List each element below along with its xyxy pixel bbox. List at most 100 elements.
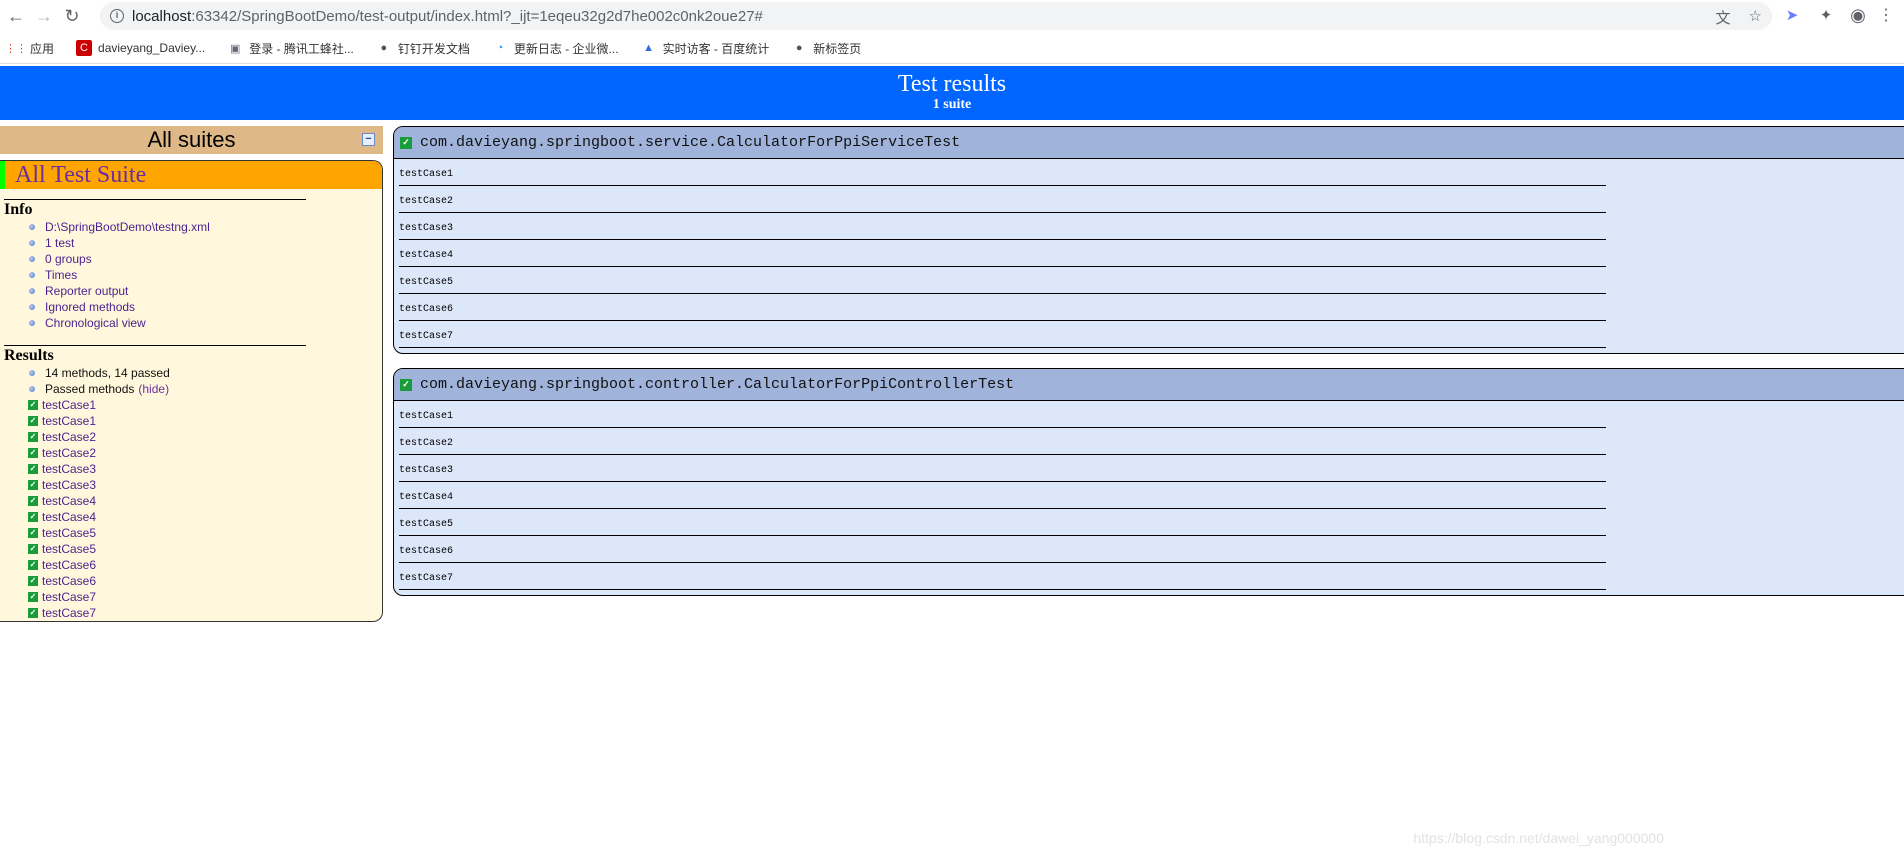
info-link[interactable]: Times xyxy=(29,267,306,283)
bookmark-item[interactable]: ⋮⋮ 应用 xyxy=(5,40,55,57)
all-suites-label: All suites xyxy=(147,127,236,152)
check-icon: ✓ xyxy=(28,496,38,506)
bullet-icon xyxy=(29,224,35,230)
bullet-icon xyxy=(29,256,35,262)
forward-icon[interactable]: → xyxy=(32,4,56,28)
bookmark-label: 钉钉开发文档 xyxy=(397,41,470,56)
watermark: https://blog.csdn.net/dawei_yang000000 xyxy=(1413,830,1664,846)
info-link[interactable]: D:\SpringBootDemo\testng.xml xyxy=(29,219,306,235)
check-icon: ✓ xyxy=(28,512,38,522)
bookmark-item[interactable]: ● 新标签页 xyxy=(791,40,861,57)
robot-icon: ▣ xyxy=(230,42,241,55)
check-icon: ✓ xyxy=(28,480,38,490)
method-row[interactable]: testCase4 xyxy=(399,240,1606,267)
bookmark-item[interactable]: ● 钉钉开发文档 xyxy=(376,40,470,57)
method-row[interactable]: testCase3 xyxy=(399,455,1606,482)
class-name: com.davieyang.springboot.service.Calcula… xyxy=(420,134,961,151)
info-icon[interactable]: i xyxy=(110,9,124,23)
csdn-icon: C xyxy=(76,40,93,56)
collapse-icon[interactable]: − xyxy=(362,133,375,146)
header-banner: Test results 1 suite xyxy=(0,66,1904,120)
method-row[interactable]: testCase1 xyxy=(399,159,1606,186)
url-text[interactable]: localhost:63342/SpringBootDemo/test-outp… xyxy=(132,8,763,25)
method-row[interactable]: testCase5 xyxy=(399,509,1606,536)
method-row[interactable]: testCase6 xyxy=(399,536,1606,563)
check-icon: ✓ xyxy=(28,448,38,458)
check-icon: ✓ xyxy=(28,544,38,554)
suite-box: All Test Suite Info D:\SpringBootDemo\te… xyxy=(0,160,383,622)
globe-icon: ● xyxy=(795,42,803,54)
passed-method-link[interactable]: ✓ testCase1 xyxy=(28,413,306,429)
passed-method-link[interactable]: ✓ testCase6 xyxy=(28,557,306,573)
extension-bird-icon[interactable]: ➤ xyxy=(1782,5,1802,25)
translate-icon[interactable]: 文 xyxy=(1716,7,1731,28)
passed-method-link[interactable]: ✓ testCase3 xyxy=(28,461,306,477)
passed-method-link[interactable]: ✓ testCase4 xyxy=(28,493,306,509)
passed-method-link[interactable]: ✓ testCase4 xyxy=(28,509,306,525)
method-row[interactable]: testCase6 xyxy=(399,294,1606,321)
info-link[interactable]: Reporter output xyxy=(29,283,306,299)
passed-methods: Passed methods (hide) xyxy=(29,381,306,397)
bookmark-item[interactable]: ▣ 登录 - 腾讯工蜂社... xyxy=(227,40,354,57)
method-row[interactable]: testCase7 xyxy=(399,321,1606,348)
method-row[interactable]: testCase5 xyxy=(399,267,1606,294)
passed-method-link[interactable]: ✓ testCase5 xyxy=(28,525,306,541)
check-icon: ✓ xyxy=(28,416,38,426)
passed-method-link[interactable]: ✓ testCase1 xyxy=(28,397,306,413)
info-link-label: Reporter output xyxy=(45,284,129,298)
passed-method-link[interactable]: ✓ testCase2 xyxy=(28,445,306,461)
method-row[interactable]: testCase2 xyxy=(399,428,1606,455)
method-row[interactable]: testCase2 xyxy=(399,186,1606,213)
reload-icon[interactable]: ↻ xyxy=(60,4,84,28)
summary-text: 14 methods, 14 passed xyxy=(45,366,170,380)
suite-name[interactable]: All Test Suite xyxy=(0,161,382,189)
menu-icon[interactable]: ⋮ xyxy=(1876,5,1896,25)
method-name: testCase1 xyxy=(42,398,97,412)
star-icon[interactable]: ☆ xyxy=(1749,7,1762,28)
passed-method-link[interactable]: ✓ testCase2 xyxy=(28,429,306,445)
extensions-puzzle-icon[interactable]: ✦ xyxy=(1816,5,1836,25)
info-link[interactable]: Chronological view xyxy=(29,315,306,331)
bookmark-item[interactable]: Cdavieyang_Daviey... xyxy=(76,40,205,56)
qq-icon: ◔ xyxy=(496,42,504,54)
method-row[interactable]: testCase3 xyxy=(399,213,1606,240)
bookmark-item[interactable]: ◔ 更新日志 - 企业微... xyxy=(492,40,619,57)
passed-method-link[interactable]: ✓ testCase6 xyxy=(28,573,306,589)
method-row[interactable]: testCase4 xyxy=(399,482,1606,509)
passed-method-link[interactable]: ✓ testCase3 xyxy=(28,477,306,493)
bookmark-label: 实时访客 - 百度统计 xyxy=(662,41,770,56)
results-summary: 14 methods, 14 passed xyxy=(29,365,306,381)
back-icon[interactable]: ← xyxy=(4,4,28,28)
method-name: testCase5 xyxy=(42,542,97,556)
profile-icon[interactable]: ◉ xyxy=(1848,5,1868,25)
info-link-label: 1 test xyxy=(45,236,75,250)
method-name: testCase7 xyxy=(42,606,97,620)
method-row[interactable]: testCase7 xyxy=(399,563,1606,590)
info-link[interactable]: 1 test xyxy=(29,235,306,251)
method-name: testCase6 xyxy=(42,574,97,588)
info-link[interactable]: 0 groups xyxy=(29,251,306,267)
passed-method-link[interactable]: ✓ testCase7 xyxy=(28,605,306,621)
bookmark-item[interactable]: ▲ 实时访客 - 百度统计 xyxy=(641,40,770,57)
info-link-label: 0 groups xyxy=(45,252,92,266)
method-row[interactable]: testCase1 xyxy=(399,401,1606,428)
method-name: testCase5 xyxy=(42,526,97,540)
bookmark-label: 应用 xyxy=(30,41,55,56)
panel-header[interactable]: ✓ com.davieyang.springboot.controller.Cal… xyxy=(394,369,1904,401)
check-icon: ✓ xyxy=(28,576,38,586)
bullet-icon xyxy=(29,386,35,392)
test-class-panel-service: ✓ com.davieyang.springboot.service.Calcul… xyxy=(393,126,1904,354)
method-name: testCase3 xyxy=(42,462,97,476)
info-link[interactable]: Ignored methods xyxy=(29,299,306,315)
check-icon: ✓ xyxy=(28,400,38,410)
passed-method-link[interactable]: ✓ testCase5 xyxy=(28,541,306,557)
results-section: Results 14 methods, 14 passed Passed met… xyxy=(4,345,306,621)
hide-link[interactable]: (hide) xyxy=(138,381,169,397)
panel-header[interactable]: ✓ com.davieyang.springboot.service.Calcul… xyxy=(394,127,1904,159)
method-name: testCase3 xyxy=(42,478,97,492)
method-name: testCase2 xyxy=(42,430,97,444)
check-icon: ✓ xyxy=(400,136,412,149)
bullet-icon xyxy=(29,240,35,246)
address-bar[interactable]: i localhost:63342/SpringBootDemo/test-ou… xyxy=(100,2,1772,30)
passed-method-link[interactable]: ✓ testCase7 xyxy=(28,589,306,605)
